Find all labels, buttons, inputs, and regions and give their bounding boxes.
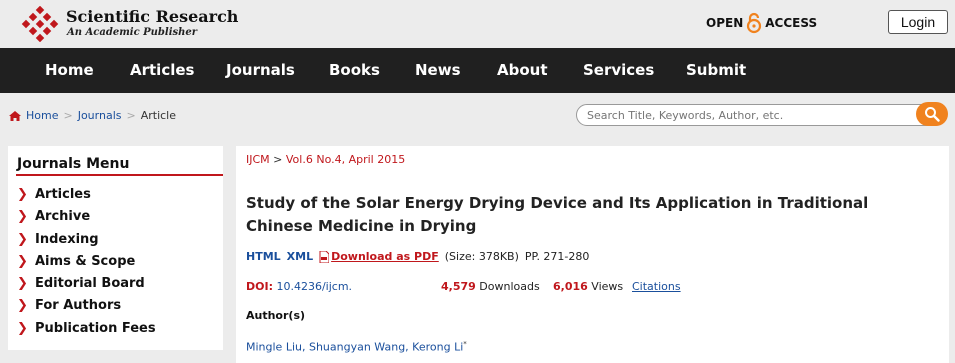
top-header: Scientific Research An Academic Publishe… [0, 0, 955, 48]
open-access-badge: OPEN ACCESS [706, 12, 817, 34]
divider [16, 174, 223, 176]
open-access-left: OPEN [706, 16, 744, 30]
menu-item-aims-scope[interactable]: ❯ Aims & Scope [17, 254, 135, 269]
nav-journals[interactable]: Journals [226, 61, 295, 79]
downloads-count: 4,579 Downloads [441, 280, 540, 293]
menu-item-label: Indexing [35, 232, 99, 247]
journal-issue-line: IJCM > Vol.6 No.4, April 2015 [246, 153, 405, 166]
journals-menu: Journals Menu ❯ Articles ❯ Archive ❯ Indexi… [8, 146, 223, 350]
logo-subtitle: An Academic Publisher [67, 27, 198, 38]
breadcrumb: Home > Journals > Article [9, 109, 176, 122]
views-label: Views [591, 280, 624, 293]
menu-item-label: Articles [35, 187, 91, 202]
article-title: Study of the Solar Energy Drying Device … [246, 194, 869, 235]
journal-link[interactable]: IJCM [246, 153, 270, 166]
menu-item-label: Aims & Scope [35, 254, 136, 269]
breadcrumb-current: Article [140, 109, 176, 122]
login-button[interactable]: Login [888, 10, 948, 34]
xml-link[interactable]: XML [287, 250, 313, 263]
breadcrumb-separator: > [63, 109, 73, 122]
open-lock-icon [747, 12, 762, 34]
pdf-download[interactable]: Download as PDF [319, 250, 439, 263]
menu-item-for-authors[interactable]: ❯ For Authors [17, 298, 121, 313]
menu-item-articles[interactable]: ❯ Articles [17, 187, 91, 202]
menu-item-label: Publication Fees [35, 321, 156, 336]
breadcrumb-home[interactable]: Home [26, 109, 58, 122]
downloads-label: Downloads [479, 280, 540, 293]
citations-link[interactable]: Citations [632, 280, 681, 293]
menu-item-label: Archive [35, 209, 91, 224]
chevron-right-icon: ❯ [17, 276, 28, 291]
logo-title[interactable]: Scientific Research [66, 7, 238, 26]
chevron-right-icon: ❯ [17, 209, 28, 224]
journals-menu-title: Journals Menu [17, 156, 130, 172]
file-size: (Size: 378KB) [444, 250, 519, 263]
html-link[interactable]: HTML [246, 250, 281, 263]
breadcrumb-journals[interactable]: Journals [78, 109, 122, 122]
authors-heading: Author(s) [246, 309, 306, 322]
nav-home[interactable]: Home [45, 61, 94, 79]
download-pdf-link[interactable]: Download as PDF [331, 250, 439, 263]
issue-link[interactable]: Vol.6 No.4, April 2015 [286, 153, 405, 166]
menu-item-label: For Authors [35, 298, 122, 313]
chevron-right-icon: ❯ [17, 321, 28, 336]
menu-item-publication-fees[interactable]: ❯ Publication Fees [17, 321, 156, 336]
nav-articles[interactable]: Articles [130, 61, 194, 79]
menu-item-archive[interactable]: ❯ Archive [17, 209, 90, 224]
doi-line: DOI: 10.4236/ijcm. [246, 280, 352, 293]
chevron-right-icon: ❯ [17, 254, 28, 269]
article-panel: IJCM > Vol.6 No.4, April 2015 Study of t… [236, 146, 949, 363]
downloads-value: 4,579 [441, 280, 476, 293]
nav-submit[interactable]: Submit [686, 61, 746, 79]
doi-link[interactable]: 10.4236/ijcm. [276, 280, 352, 293]
views-value: 6,016 [553, 280, 588, 293]
chevron-right-icon: ❯ [17, 187, 28, 202]
nav-services[interactable]: Services [583, 61, 654, 79]
doi-label: DOI: [246, 280, 273, 293]
nav-news[interactable]: News [415, 61, 461, 79]
logo-icon [21, 6, 59, 42]
nav-books[interactable]: Books [329, 61, 380, 79]
menu-item-editorial-board[interactable]: ❯ Editorial Board [17, 276, 145, 291]
search-button[interactable] [916, 102, 948, 126]
format-line: HTML XML Download as PDF (Size: 378KB) P… [246, 250, 589, 263]
corresponding-author-mark: * [463, 340, 467, 348]
breadcrumb-separator: > [126, 109, 136, 122]
main-nav: Home Articles Journals Books News About … [0, 48, 955, 93]
views-count: 6,016 Views [553, 280, 623, 293]
chevron-right-icon: ❯ [17, 232, 28, 247]
chevron-right-icon: ❯ [17, 298, 28, 313]
menu-item-label: Editorial Board [35, 276, 145, 291]
search-icon [925, 107, 940, 122]
author-list: Mingle Liu, Shuangyan Wang, Kerong Li* [246, 340, 467, 354]
home-icon[interactable] [9, 110, 21, 121]
pdf-icon [319, 250, 330, 263]
menu-item-indexing[interactable]: ❯ Indexing [17, 232, 99, 247]
open-access-right: ACCESS [765, 16, 818, 30]
nav-about[interactable]: About [497, 61, 548, 79]
search-box [576, 104, 946, 126]
journal-separator: > [273, 153, 283, 166]
author-names[interactable]: Mingle Liu, Shuangyan Wang, Kerong Li [246, 341, 463, 354]
search-input[interactable] [587, 108, 907, 122]
page-range: PP. 271-280 [524, 250, 590, 263]
